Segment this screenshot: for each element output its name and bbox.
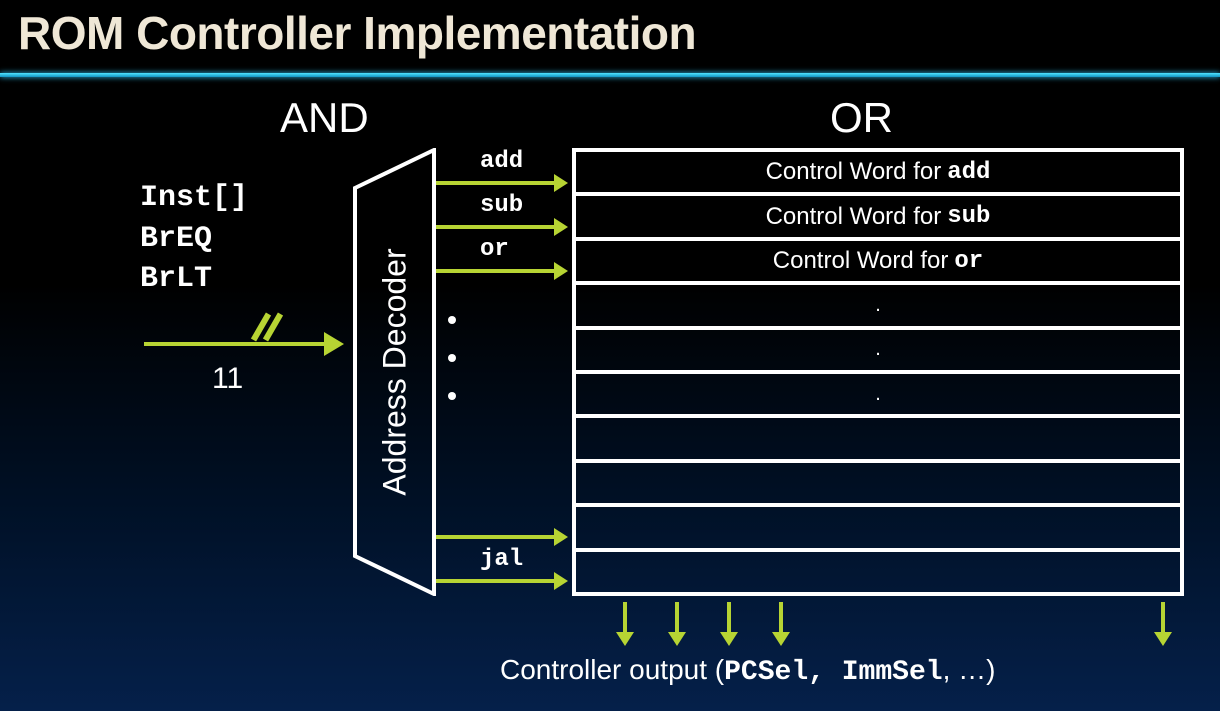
arrow-or xyxy=(436,262,568,280)
rom-row-7 xyxy=(576,463,1180,507)
output-immsel: ImmSel xyxy=(842,657,943,688)
rom-row-6 xyxy=(576,418,1180,462)
input-bus-width: 11 xyxy=(212,362,243,396)
output-arrow-1 xyxy=(616,602,634,646)
title-divider xyxy=(0,73,1220,77)
address-decoder-label: Address Decoder xyxy=(376,248,413,495)
arrow-add xyxy=(436,174,568,192)
input-inst: Inst[] xyxy=(140,178,248,219)
input-bus-arrow xyxy=(144,332,349,356)
slide-title: ROM Controller Implementation xyxy=(18,6,696,60)
output-prefix: Controller output ( xyxy=(500,654,724,685)
arrow-sub xyxy=(436,218,568,236)
rom-row-sub-prefix: Control Word for xyxy=(766,203,942,231)
and-plane-label: AND xyxy=(280,94,369,142)
decoder-out-jal: jal xyxy=(480,546,523,573)
controller-output-caption: Controller output (PCSel, ImmSel, …) xyxy=(500,654,995,688)
rom-row-add: Control Word for add xyxy=(576,152,1180,196)
rom-row-add-op: add xyxy=(947,159,990,186)
rom-table: Control Word for add Control Word for su… xyxy=(572,148,1184,596)
rom-row-or-op: or xyxy=(954,248,983,275)
output-suffix: , …) xyxy=(943,654,996,685)
output-arrow-5 xyxy=(1154,602,1172,646)
rom-row-8 xyxy=(576,507,1180,551)
output-arrow-3 xyxy=(720,602,738,646)
rom-row-4: . xyxy=(576,330,1180,374)
arrow-pre-jal xyxy=(436,528,568,546)
rom-row-9 xyxy=(576,552,1180,592)
decoder-vertical-dots xyxy=(448,316,456,400)
output-pcsel: PCSel xyxy=(724,657,808,688)
rom-row-5: . xyxy=(576,374,1180,418)
output-arrow-2 xyxy=(668,602,686,646)
rom-row-or-prefix: Control Word for xyxy=(773,247,949,275)
input-brlt: BrLT xyxy=(140,259,248,300)
arrow-jal xyxy=(436,572,568,590)
address-decoder-block: Address Decoder xyxy=(353,148,436,596)
decoder-out-add: add xyxy=(480,148,523,175)
rom-row-add-prefix: Control Word for xyxy=(766,158,942,186)
decoder-inputs: Inst[] BrEQ BrLT xyxy=(140,178,248,300)
rom-row-sub-op: sub xyxy=(947,203,990,230)
or-plane-label: OR xyxy=(830,94,893,142)
rom-row-or: Control Word for or xyxy=(576,241,1180,285)
rom-row-3: . xyxy=(576,285,1180,329)
output-sep: , xyxy=(808,657,842,688)
decoder-out-sub: sub xyxy=(480,192,523,219)
input-breq: BrEQ xyxy=(140,219,248,260)
output-arrow-4 xyxy=(772,602,790,646)
decoder-out-or: or xyxy=(480,236,509,263)
rom-row-sub: Control Word for sub xyxy=(576,196,1180,240)
